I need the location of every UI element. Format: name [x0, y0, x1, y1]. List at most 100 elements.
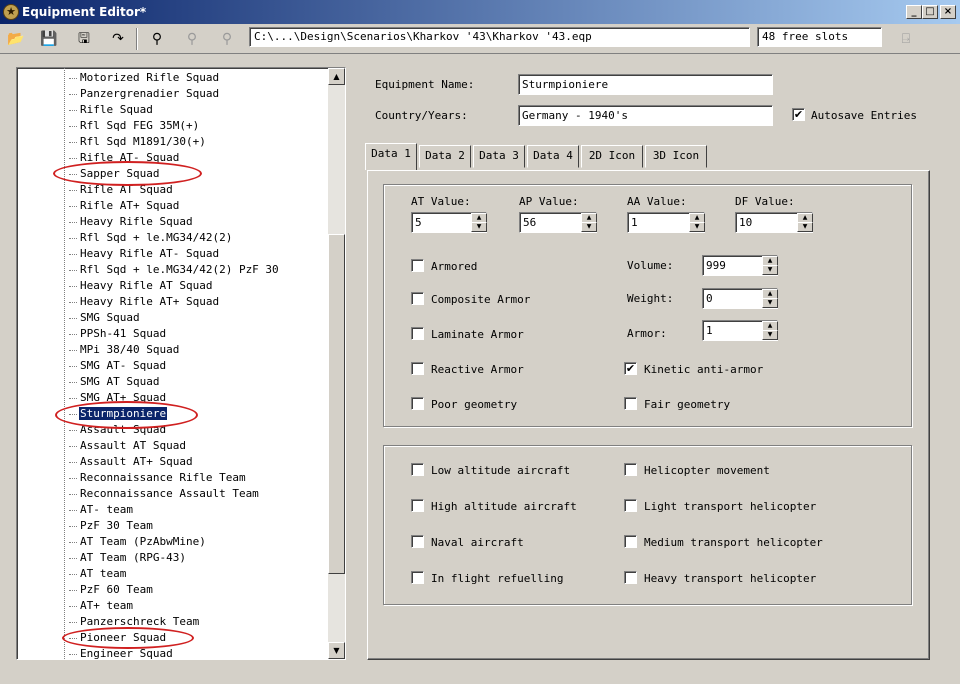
laminate-armor-label: Laminate Armor: [431, 328, 524, 341]
find-binoculars-icon[interactable]: ⚲: [145, 27, 169, 51]
naval-aircraft-checkbox[interactable]: [411, 535, 424, 548]
maximize-button[interactable]: □: [922, 5, 938, 19]
exit-door-icon[interactable]: ⍈: [894, 27, 918, 51]
at-value-spinner[interactable]: 5 ▲ ▼: [411, 212, 487, 233]
spin-down-icon[interactable]: ▼: [762, 298, 778, 308]
tree-item[interactable]: PPSh-41 Squad: [17, 326, 329, 342]
poor-geometry-checkbox[interactable]: [411, 397, 424, 410]
tree-item[interactable]: SMG Squad: [17, 310, 329, 326]
kinetic-anti-armor-checkbox[interactable]: ✔: [624, 362, 637, 375]
country-years-input[interactable]: Germany - 1940's: [518, 105, 773, 126]
tree-item-label: PzF 60 Team: [80, 583, 153, 596]
tree-item[interactable]: MPi 38/40 Squad: [17, 342, 329, 358]
tree-item[interactable]: PzF 30 Team: [17, 518, 329, 534]
tree-item[interactable]: Rfl Sqd + le.MG34/42(2): [17, 230, 329, 246]
tree-item[interactable]: SMG AT Squad: [17, 374, 329, 390]
armor-spinner[interactable]: 1 ▲ ▼: [702, 320, 778, 341]
tree-item[interactable]: Rifle Squad: [17, 102, 329, 118]
tree-item[interactable]: Rfl Sqd M1891/30(+): [17, 134, 329, 150]
ap-value-spinner[interactable]: 56 ▲ ▼: [519, 212, 597, 233]
redo-icon[interactable]: ↷: [106, 27, 130, 51]
tree-item[interactable]: Rfl Sqd + le.MG34/42(2) PzF 30: [17, 262, 329, 278]
in-flight-refuelling-label: In flight refuelling: [431, 572, 564, 585]
minimize-button[interactable]: _: [906, 5, 922, 19]
volume-spinner[interactable]: 999 ▲ ▼: [702, 255, 778, 276]
tab-3d-icon[interactable]: 3D Icon: [645, 145, 707, 168]
tree-item[interactable]: AT- team: [17, 502, 329, 518]
scroll-down-icon[interactable]: ▼: [328, 642, 345, 659]
tree-item[interactable]: Heavy Rifle AT+ Squad: [17, 294, 329, 310]
tab-data-4[interactable]: Data 4: [527, 145, 579, 168]
tree-item[interactable]: Rfl Sqd FEG 35M(+): [17, 118, 329, 134]
heavy-transport-helicopter-checkbox[interactable]: [624, 571, 637, 584]
spin-down-icon[interactable]: ▼: [762, 330, 778, 340]
save-as-icon[interactable]: 🖫: [72, 27, 96, 51]
tree-item[interactable]: AT Team (RPG-43): [17, 550, 329, 566]
save-icon[interactable]: 💾: [37, 27, 61, 51]
open-folder-icon[interactable]: 📂: [4, 27, 28, 51]
equipment-name-input[interactable]: Sturmpioniere: [518, 74, 773, 95]
tree-item[interactable]: Panzerschreck Team: [17, 614, 329, 630]
spin-down-icon[interactable]: ▼: [689, 222, 705, 232]
aa-value-spinner[interactable]: 1 ▲ ▼: [627, 212, 705, 233]
tree-item-label: Assault AT+ Squad: [80, 455, 193, 468]
title-bar[interactable]: ★ Equipment Editor* _ □ ×: [0, 0, 960, 24]
tree-item-label: PPSh-41 Squad: [80, 327, 167, 340]
tab-data-1[interactable]: Data 1: [365, 143, 417, 170]
composite-armor-checkbox[interactable]: [411, 292, 424, 305]
find-previous-binoculars-icon[interactable]: ⚲: [215, 27, 239, 51]
tree-item[interactable]: Motorized Rifle Squad: [17, 70, 329, 86]
spin-down-icon[interactable]: ▼: [797, 222, 813, 232]
tree-item[interactable]: AT+ team: [17, 598, 329, 614]
tree-item[interactable]: Rifle AT Squad: [17, 182, 329, 198]
scroll-up-icon[interactable]: ▲: [328, 68, 345, 85]
tree-item[interactable]: Engineer Squad: [17, 646, 329, 659]
equipment-tree[interactable]: Motorized Rifle Squad Panzergrenadier Squ…: [16, 67, 346, 660]
tree-item[interactable]: AT team: [17, 566, 329, 582]
tree-item[interactable]: Panzergrenadier Squad: [17, 86, 329, 102]
annotation-oval-pioneer: [62, 627, 194, 649]
autosave-checkbox[interactable]: ✔: [792, 108, 805, 121]
light-transport-helicopter-checkbox[interactable]: [624, 499, 637, 512]
tree-item[interactable]: SMG AT- Squad: [17, 358, 329, 374]
tree-item-label: Heavy Rifle AT- Squad: [80, 247, 220, 260]
scroll-thumb[interactable]: [328, 234, 345, 574]
window-title: Equipment Editor*: [22, 5, 147, 19]
df-value-spinner[interactable]: 10 ▲ ▼: [735, 212, 813, 233]
tree-item[interactable]: PzF 60 Team: [17, 582, 329, 598]
weight-spinner[interactable]: 0 ▲ ▼: [702, 288, 778, 309]
tree-item[interactable]: AT Team (PzAbwMine): [17, 534, 329, 550]
tree-item[interactable]: Assault AT+ Squad: [17, 454, 329, 470]
armored-checkbox[interactable]: [411, 259, 424, 272]
tree-item-label: AT team: [80, 567, 127, 580]
tree-item[interactable]: Rifle AT+ Squad: [17, 198, 329, 214]
medium-transport-helicopter-checkbox[interactable]: [624, 535, 637, 548]
tree-item-label: SMG Squad: [80, 311, 140, 324]
tree-item[interactable]: Reconnaissance Rifle Team: [17, 470, 329, 486]
helicopter-movement-checkbox[interactable]: [624, 463, 637, 476]
tree-item[interactable]: Heavy Rifle AT- Squad: [17, 246, 329, 262]
tree-item[interactable]: Assault AT Squad: [17, 438, 329, 454]
in-flight-refuelling-checkbox[interactable]: [411, 571, 424, 584]
fair-geometry-checkbox[interactable]: [624, 397, 637, 410]
spin-down-icon[interactable]: ▼: [471, 222, 487, 232]
volume-label: Volume:: [627, 259, 674, 272]
spin-down-icon[interactable]: ▼: [581, 222, 597, 232]
tree-item[interactable]: Reconnaissance Assault Team: [17, 486, 329, 502]
ap-value-label: AP Value:: [519, 195, 579, 208]
reactive-armor-checkbox[interactable]: [411, 362, 424, 375]
tree-item[interactable]: Heavy Rifle Squad: [17, 214, 329, 230]
find-next-binoculars-icon[interactable]: ⚲: [180, 27, 204, 51]
tab-2d-icon[interactable]: 2D Icon: [581, 145, 643, 168]
laminate-armor-checkbox[interactable]: [411, 327, 424, 340]
tree-item-label: Assault AT Squad: [80, 439, 186, 452]
tab-data-3[interactable]: Data 3: [473, 145, 525, 168]
tab-data-2[interactable]: Data 2: [419, 145, 471, 168]
close-button[interactable]: ×: [940, 5, 956, 19]
tree-item[interactable]: Heavy Rifle AT Squad: [17, 278, 329, 294]
spin-down-icon[interactable]: ▼: [762, 265, 778, 275]
tree-scrollbar[interactable]: ▲ ▼: [328, 68, 345, 659]
tree-item-label: Reconnaissance Rifle Team: [80, 471, 246, 484]
low-altitude-checkbox[interactable]: [411, 463, 424, 476]
high-altitude-checkbox[interactable]: [411, 499, 424, 512]
